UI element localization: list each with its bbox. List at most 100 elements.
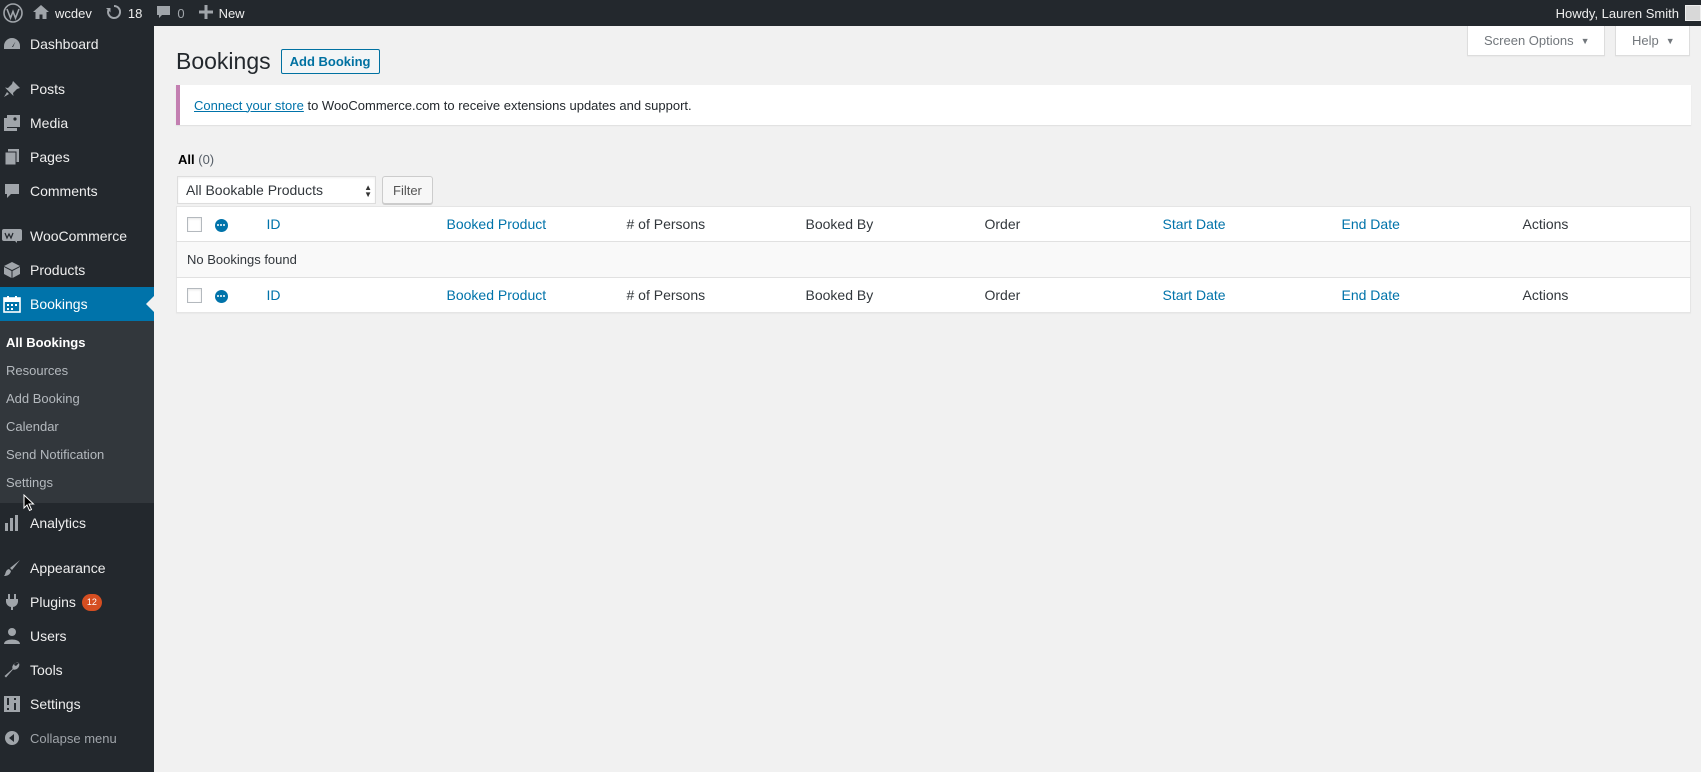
column-order: Order: [976, 206, 1155, 242]
status-icon: [214, 289, 228, 303]
updates-icon: [105, 4, 122, 23]
select-arrows-icon: ▲ ▼: [364, 183, 372, 199]
bookable-product-selected: All Bookable Products: [186, 182, 323, 198]
sidebar-item-tools[interactable]: Tools: [0, 653, 154, 687]
column-id[interactable]: ID: [258, 206, 439, 242]
collapse-menu-button[interactable]: Collapse menu: [0, 721, 154, 755]
select-all-checkbox-footer[interactable]: [187, 288, 202, 304]
column-booked-by: Booked By: [797, 206, 977, 242]
table-filters: All Bookable Products ▲ ▼ Filter: [177, 176, 433, 204]
column-end-date[interactable]: End Date: [1333, 206, 1515, 242]
submenu-item-resources[interactable]: Resources: [0, 356, 154, 384]
empty-message: No Bookings found: [176, 241, 1691, 278]
column-actions-footer: Actions: [1514, 277, 1691, 313]
submenu-item-add-booking[interactable]: Add Booking: [0, 384, 154, 412]
submenu-item-settings[interactable]: Settings: [0, 468, 154, 496]
box-icon: [2, 260, 22, 280]
wrench-icon: [2, 660, 22, 680]
sidebar-item-plugins[interactable]: Plugins 12: [0, 585, 154, 619]
woocommerce-connect-notice: Connect your store to WooCommerce.com to…: [176, 85, 1691, 125]
column-persons: # of Persons: [618, 206, 798, 242]
sidebar-item-label: WooCommerce: [30, 228, 127, 244]
submenu-item-send-notification[interactable]: Send Notification: [0, 440, 154, 468]
avatar: [1685, 5, 1701, 21]
submenu-item-calendar[interactable]: Calendar: [0, 412, 154, 440]
sidebar-item-posts[interactable]: Posts: [0, 72, 154, 106]
my-account-link[interactable]: Howdy, Lauren Smith: [1549, 0, 1701, 26]
sidebar-item-label: Plugins: [30, 594, 76, 610]
select-all-checkbox[interactable]: [187, 217, 202, 233]
sidebar-item-comments[interactable]: Comments: [0, 174, 154, 208]
column-actions: Actions: [1514, 206, 1691, 242]
comments-count: 0: [177, 5, 185, 21]
site-name-link[interactable]: wcdev: [26, 0, 99, 26]
plugins-update-badge: 12: [81, 593, 102, 611]
add-booking-button[interactable]: Add Booking: [280, 49, 380, 74]
pages-icon: [2, 147, 22, 167]
sidebar-item-bookings[interactable]: Bookings: [0, 287, 154, 321]
column-start-date-footer[interactable]: Start Date: [1154, 277, 1334, 313]
help-link-wrap: Help ▼: [1615, 26, 1690, 56]
view-filters: All (0): [178, 152, 214, 167]
screen-options-button[interactable]: Screen Options ▼: [1467, 26, 1605, 56]
sidebar-item-label: Users: [30, 628, 67, 644]
status-icon: [214, 218, 228, 232]
dropdown-arrow-icon: ▼: [1580, 35, 1590, 46]
table-header-row: ID Booked Product # of Persons Booked By…: [176, 206, 1691, 242]
sidebar-item-label: Pages: [30, 149, 70, 165]
new-content-link[interactable]: New: [192, 0, 252, 26]
home-icon: [33, 4, 49, 22]
connect-store-link[interactable]: Connect your store: [194, 98, 304, 113]
media-icon: [2, 113, 22, 133]
column-end-date-footer[interactable]: End Date: [1333, 277, 1515, 313]
sidebar-item-appearance[interactable]: Appearance: [0, 551, 154, 585]
admin-sidebar: Dashboard Posts Media Pages Comments Woo…: [0, 26, 154, 772]
plugin-icon: [2, 592, 22, 612]
updates-link[interactable]: 18: [99, 0, 149, 26]
comments-link[interactable]: 0: [149, 0, 191, 26]
sidebar-item-label: Products: [30, 262, 86, 278]
updates-count: 18: [127, 5, 143, 21]
sidebar-item-products[interactable]: Products: [0, 253, 154, 287]
status-column-footer: [214, 277, 259, 313]
sidebar-item-media[interactable]: Media: [0, 106, 154, 140]
admin-bar: wcdev 18 0 New Howdy, Lauren Smith: [0, 0, 1701, 26]
bar-chart-icon: [2, 513, 22, 533]
wordpress-logo-icon[interactable]: [0, 0, 26, 26]
view-all-link[interactable]: All: [178, 152, 195, 167]
sidebar-item-dashboard[interactable]: Dashboard: [0, 27, 154, 61]
comments-icon: [2, 181, 22, 201]
help-button[interactable]: Help ▼: [1615, 26, 1690, 56]
site-name: wcdev: [55, 5, 92, 21]
table-row: No Bookings found: [176, 241, 1691, 278]
sidebar-item-woocommerce[interactable]: WooCommerce: [0, 219, 154, 253]
column-booked-product[interactable]: Booked Product: [438, 206, 619, 242]
select-all-cell: [176, 206, 215, 242]
column-booked-product-footer[interactable]: Booked Product: [438, 277, 619, 313]
bookable-product-select[interactable]: All Bookable Products ▲ ▼: [177, 176, 376, 204]
sidebar-item-label: Comments: [30, 183, 98, 199]
screen-meta-links: Screen Options ▼: [1467, 26, 1605, 56]
calendar-icon: [2, 294, 22, 314]
sidebar-item-label: Media: [30, 115, 69, 131]
help-label: Help: [1632, 33, 1659, 48]
sidebar-item-users[interactable]: Users: [0, 619, 154, 653]
submenu-item-all-bookings[interactable]: All Bookings: [0, 328, 154, 356]
dropdown-arrow-icon: ▼: [1665, 35, 1675, 46]
mouse-pointer-icon: [23, 493, 35, 515]
column-id-footer[interactable]: ID: [258, 277, 439, 313]
user-icon: [2, 626, 22, 646]
bookings-table: ID Booked Product # of Persons Booked By…: [176, 206, 1691, 313]
sidebar-item-pages[interactable]: Pages: [0, 140, 154, 174]
column-persons-footer: # of Persons: [618, 277, 798, 313]
main-content: Screen Options ▼ Help ▼ Bookings Add Boo…: [154, 26, 1701, 772]
sidebar-item-settings[interactable]: Settings: [0, 687, 154, 721]
woocommerce-icon: [2, 226, 22, 246]
filter-button[interactable]: Filter: [382, 176, 433, 204]
page-title: Bookings: [176, 48, 271, 74]
bookings-submenu: All Bookings Resources Add Booking Calen…: [0, 321, 154, 503]
select-all-cell-footer: [176, 277, 215, 313]
new-label: New: [218, 5, 245, 21]
column-start-date[interactable]: Start Date: [1154, 206, 1334, 242]
sidebar-item-label: Analytics: [30, 515, 87, 531]
